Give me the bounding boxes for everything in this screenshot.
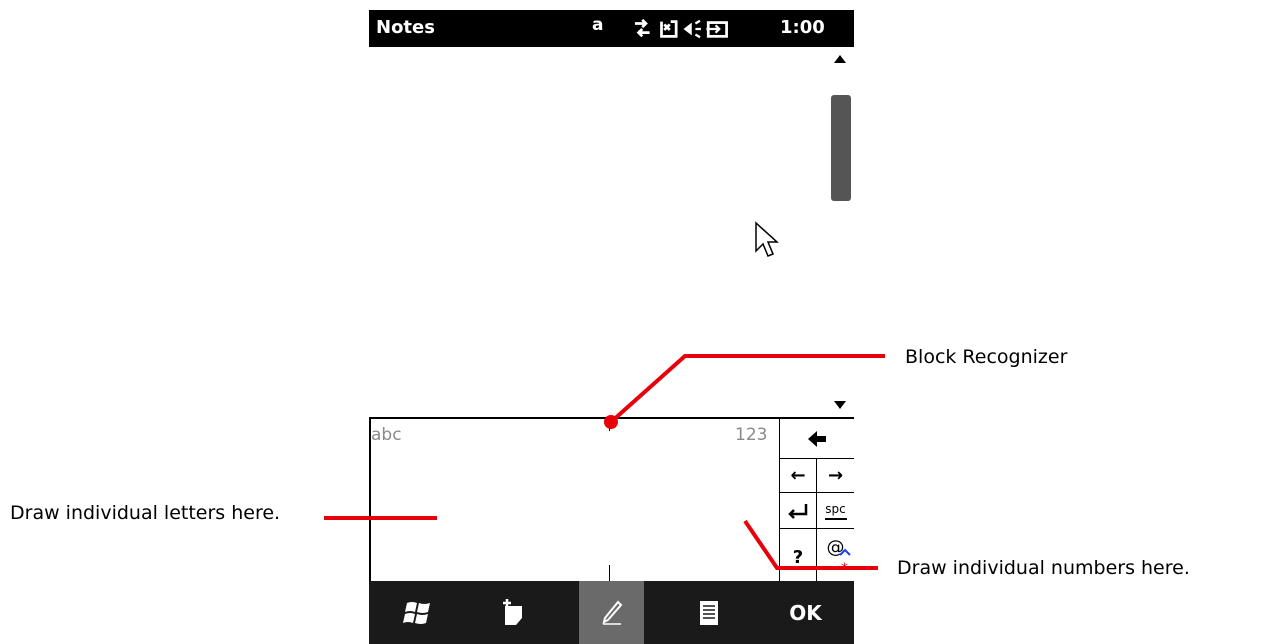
callout-lines [324, 354, 885, 570]
block-recognizer-callout [604, 354, 885, 429]
numbers-annotation: Draw individual numbers here. [897, 557, 1190, 579]
block-recognizer-annotation: Block Recognizer [905, 346, 1068, 368]
numbers-callout-line [743, 519, 878, 570]
letters-annotation: Draw individual letters here. [10, 502, 281, 524]
